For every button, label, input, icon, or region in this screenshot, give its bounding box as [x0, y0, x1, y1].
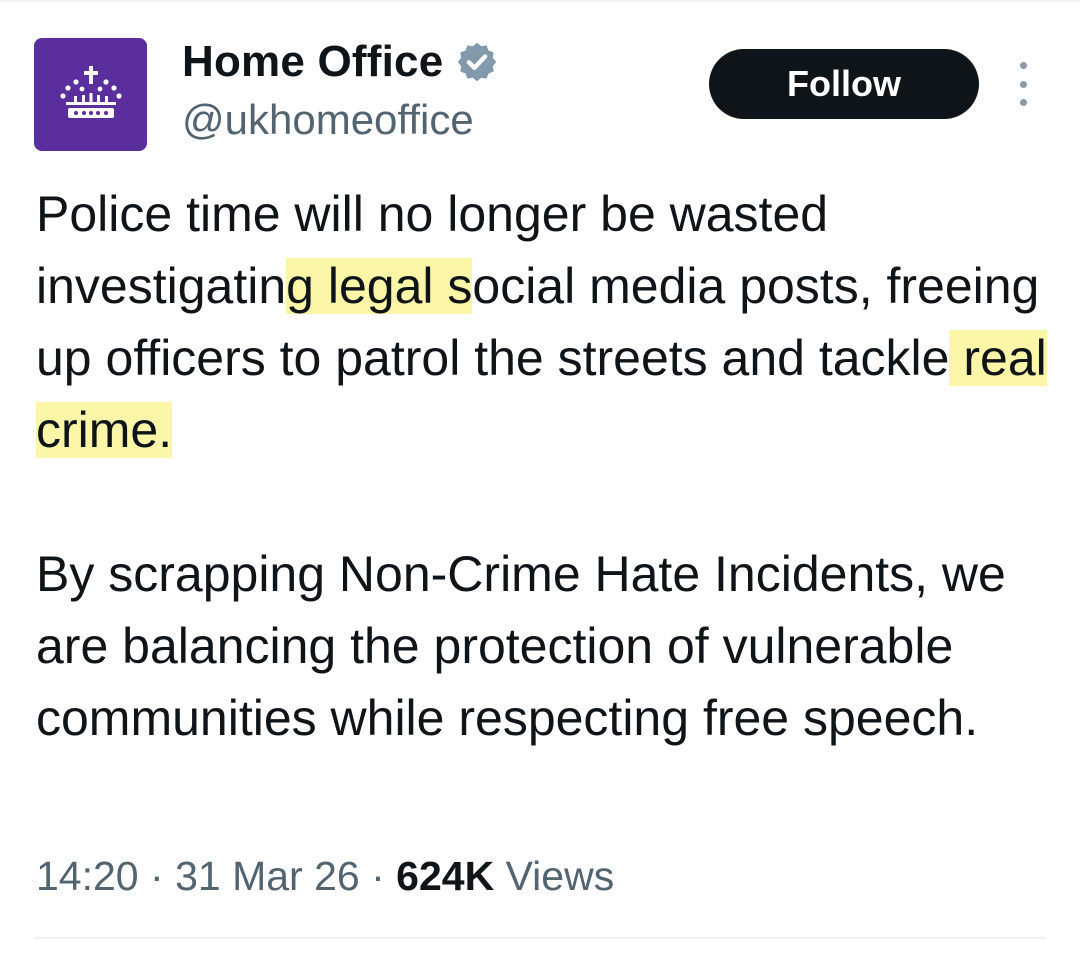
top-divider — [0, 0, 1080, 2]
follow-button[interactable]: Follow — [709, 49, 979, 119]
more-dot — [1019, 62, 1027, 69]
meta-separator: · — [371, 853, 385, 899]
tweet-time[interactable]: 14:20 — [36, 853, 139, 899]
avatar[interactable] — [34, 38, 147, 151]
display-name[interactable]: Home Office — [182, 36, 443, 88]
tweet-paragraph-1: Police time will no longer be wasted inv… — [36, 178, 1056, 466]
meta-separator: · — [150, 853, 164, 899]
views-label: Views — [505, 853, 615, 899]
views-count: 624K — [396, 853, 495, 899]
verified-badge-icon — [458, 42, 497, 82]
account-handle[interactable]: @ukhomeoffice — [182, 94, 474, 146]
crown-icon — [59, 65, 122, 118]
tweet-paragraph-2: By scrapping Non-Crime Hate Incidents, w… — [36, 546, 1006, 746]
more-dot — [1019, 80, 1027, 88]
tweet-meta: 14:20 · 31 Mar 26 · 624K Views — [36, 846, 614, 906]
name-row: Home Office — [182, 36, 499, 88]
highlighted-text: g legal s — [286, 258, 473, 314]
more-options-icon[interactable] — [1008, 62, 1038, 106]
bottom-divider — [34, 937, 1046, 939]
tweet-text: Police time will no longer be wasted inv… — [36, 178, 1056, 754]
more-dot — [1019, 99, 1027, 106]
tweet-date[interactable]: 31 Mar 26 — [175, 853, 360, 899]
